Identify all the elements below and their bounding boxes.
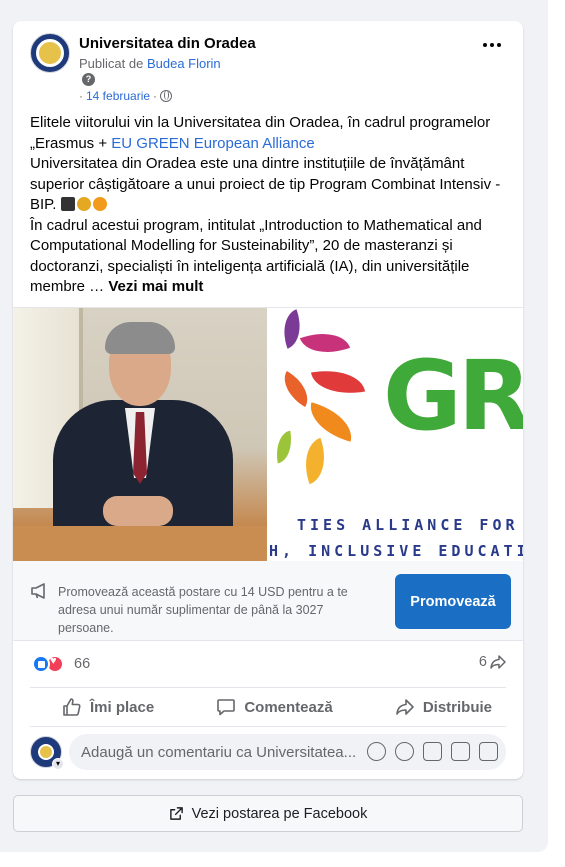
like-button[interactable]: Îmi place (62, 697, 154, 717)
avatar-sticker-icon[interactable] (367, 742, 386, 761)
reaction-icons[interactable] (32, 655, 64, 673)
commenter-avatar[interactable]: ▾ (30, 736, 64, 770)
page-avatar[interactable] (30, 33, 70, 73)
published-by-prefix: Publicat de (79, 56, 144, 71)
see-more-link[interactable]: Vezi mai mult (108, 278, 203, 295)
external-link-icon (169, 807, 183, 820)
logo-line-inclusive: H, INCLUSIVE EDUCATIO (269, 542, 523, 560)
medal-icon (76, 197, 91, 211)
sticker-icon[interactable] (479, 742, 498, 761)
post-images: GR TIES ALLIANCE FOR H, INCLUSIVE EDUCAT… (13, 307, 523, 562)
share-count-value: 6 (478, 654, 487, 670)
comment-composer: ▾ (30, 734, 506, 772)
published-by: Publicat de Budea Florin (79, 56, 221, 71)
post-body-text: Elitele viitorului vin la Universitatea … (30, 113, 510, 298)
like-reaction-icon (32, 655, 50, 673)
eu-green-link[interactable]: EU GREEN European Alliance (111, 135, 314, 152)
date-dot: · (79, 89, 83, 103)
university-seal-icon (36, 39, 64, 67)
author-link[interactable]: Budea Florin (147, 56, 221, 71)
view-on-facebook-button[interactable]: Vezi postarea pe Facebook (13, 795, 523, 832)
more-options-button[interactable] (483, 43, 501, 47)
graduation-cap-icon (60, 197, 75, 211)
post-card: Universitatea din Oradea Publicat de Bud… (13, 21, 523, 779)
globe-icon (160, 90, 173, 102)
post-header: Universitatea din Oradea Publicat de Bud… (13, 21, 523, 111)
like-label: Îmi place (90, 698, 155, 716)
page-name-link[interactable]: Universitatea din Oradea (79, 35, 256, 52)
comment-bubble-icon (217, 699, 236, 716)
post-paragraph-3: În cadrul acestui program, intitulat „In… (30, 216, 510, 298)
megaphone-icon (31, 583, 45, 599)
post-date-link[interactable]: 14 februarie (86, 89, 150, 103)
date-dot-2: · (153, 89, 158, 103)
sunflower-icon (92, 197, 107, 211)
university-seal-icon-small (38, 744, 54, 760)
promote-bar: Promovează această postare cu 14 USD pen… (13, 561, 523, 641)
post-paragraph-2: Universitatea din Oradea este una dintre… (30, 154, 510, 216)
more-icon (483, 43, 487, 47)
camera-icon[interactable] (423, 742, 442, 761)
share-button[interactable]: Distribuie (395, 697, 492, 717)
share-arrow-icon (490, 655, 506, 669)
share-icon (396, 699, 414, 715)
photo-eu-green-logo[interactable]: GR TIES ALLIANCE FOR H, INCLUSIVE EDUCAT… (269, 308, 523, 562)
post-paragraph-1: Elitele viitorului vin la Universitatea … (30, 113, 510, 154)
post-date-line: · 14 februarie · (79, 89, 173, 103)
post-text-para3: În cadrul acestui program, intitulat „In… (30, 216, 482, 296)
comment-label: Comentează (244, 698, 333, 716)
share-count[interactable]: 6 (479, 654, 507, 670)
emoji-icon[interactable] (395, 742, 414, 761)
chevron-down-icon: ▾ (52, 758, 64, 770)
view-on-facebook-label: Vezi postarea pe Facebook (191, 805, 368, 822)
logo-line-alliance: TIES ALLIANCE FOR (297, 516, 519, 534)
comment-tools (367, 742, 498, 761)
gif-icon[interactable] (451, 742, 470, 761)
post-actions: Îmi place Comentează Distribuie (30, 687, 506, 727)
thumbs-up-icon (63, 698, 81, 716)
reaction-count[interactable]: 66 (74, 656, 90, 672)
share-label: Distribuie (422, 698, 492, 716)
promote-button[interactable]: Promovează (395, 574, 511, 629)
reactions-bar: 66 6 (13, 641, 523, 685)
photo-man-at-desk[interactable] (13, 308, 267, 562)
promote-text: Promovează această postare cu 14 USD pen… (58, 585, 348, 635)
help-icon[interactable]: ? (82, 73, 95, 86)
comment-button[interactable]: Comentează (216, 697, 333, 717)
logo-letters: GR (383, 340, 523, 452)
